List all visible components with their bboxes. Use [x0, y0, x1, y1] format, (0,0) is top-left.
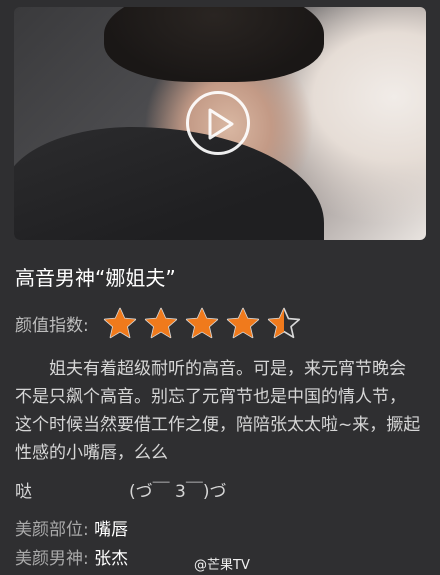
- info-part-label: 美颜部位:: [15, 520, 95, 540]
- info-row-part: 美颜部位: 嘴唇: [15, 515, 128, 540]
- star-icon: [144, 307, 177, 339]
- video-title: 高音男神“娜姐夫”: [15, 266, 176, 290]
- watermark: @芒果TV: [194, 558, 250, 573]
- info-row-star: 美颜男神: 张杰: [15, 544, 128, 569]
- info-star-value: 张杰: [94, 549, 129, 569]
- video-thumbnail[interactable]: [14, 7, 426, 240]
- info-star-label: 美颜男神:: [15, 549, 95, 569]
- thumbnail-hair-shape: [104, 7, 324, 82]
- rating-row: 颜值指数:: [15, 304, 308, 342]
- play-triangle-icon: [208, 108, 234, 140]
- star-icon: [185, 307, 218, 339]
- description-tail: 哒 (づ￣ 3￣)づ: [15, 477, 421, 502]
- star-icon: [103, 307, 136, 339]
- thumbnail-coat-shape: [14, 127, 324, 240]
- description-tail-word: 哒: [15, 482, 32, 502]
- description: 姐夫有着超级耐听的高音。可是，来元宵节晚会不是只飙个高音。别忘了元宵节也是中国的…: [15, 355, 421, 467]
- description-text: 姐夫有着超级耐听的高音。可是，来元宵节晚会不是只飙个高音。别忘了元宵节也是中国的…: [15, 359, 421, 463]
- star-icon: [226, 307, 259, 339]
- emoticon: (づ￣ 3￣)づ: [129, 482, 227, 502]
- rating-stars: [103, 307, 308, 339]
- star-icon: [267, 307, 300, 339]
- play-icon[interactable]: [186, 91, 250, 155]
- info-part-value: 嘴唇: [94, 520, 129, 540]
- rating-label: 颜值指数:: [15, 315, 89, 336]
